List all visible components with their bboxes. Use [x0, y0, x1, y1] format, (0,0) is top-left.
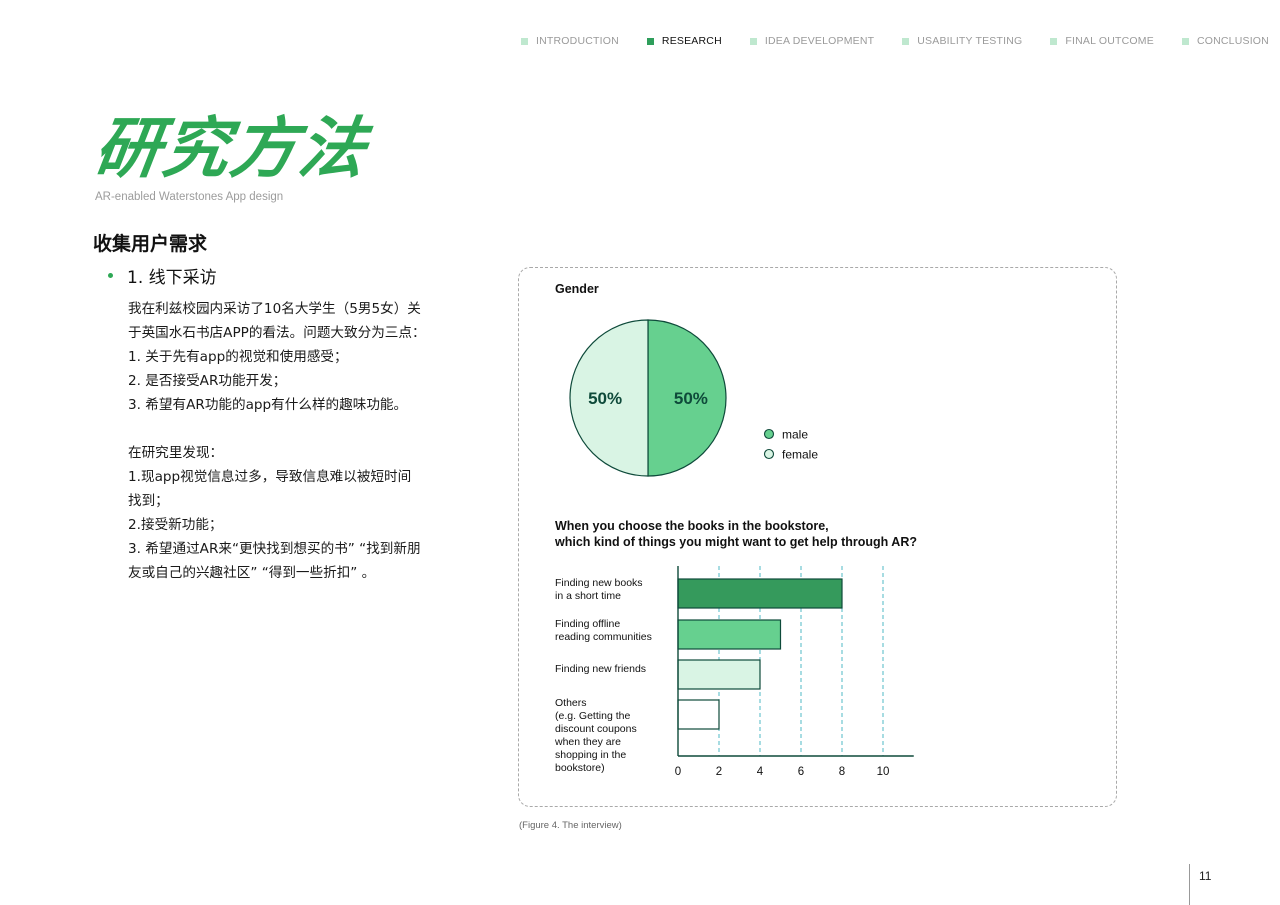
category-label: discount coupons [555, 723, 637, 735]
pie-slice-label: 50% [588, 389, 622, 408]
body-line: 于英国水石书店APP的看法。问题大致分为三点： [128, 325, 426, 341]
legend-marker-female [763, 448, 775, 460]
x-tick-label: 0 [675, 766, 681, 778]
body-line: 找到； [128, 493, 169, 509]
x-tick-label: 6 [798, 766, 804, 778]
x-tick-label: 2 [716, 766, 722, 778]
nav-item-conclusion[interactable]: CONCLUSION [1181, 35, 1269, 47]
bullet-text: 1. 线下采访 [127, 268, 217, 288]
legend-marker-male [763, 428, 775, 440]
chart-box: Gender 50% 50% male female When you choose th… [518, 267, 1117, 807]
bar-2 [677, 659, 761, 690]
nav-square-icon [902, 37, 910, 45]
nav-square-icon [646, 37, 654, 45]
category-label: bookstore) [555, 762, 605, 774]
body-line: 1.现app视觉信息过多，导致信息难以被短时间 [128, 469, 412, 485]
body-line: 我在利兹校园内采访了10名大学生（5男5女）关 [128, 301, 421, 317]
nav-item-label: IDEA DEVELOPMENT [764, 35, 875, 47]
nav-square-icon [1050, 37, 1058, 45]
bullet-dot-icon [108, 273, 113, 278]
category-label: (e.g. Getting the [555, 710, 630, 722]
category-label: when they are [554, 736, 621, 748]
nav-square-icon [521, 37, 528, 45]
category-label: in a short time [555, 590, 621, 602]
x-tick-label: 10 [877, 766, 890, 778]
bullet-item: 1. 线下采访 [108, 263, 217, 288]
page-divider [1189, 864, 1190, 905]
x-tick-label: 4 [757, 766, 764, 778]
nav-square-icon [749, 37, 757, 45]
page-subtitle: AR-enabled Waterstones App design [95, 191, 284, 203]
body-line: 在研究里发现： [128, 445, 224, 461]
body-line: 3. 希望通过AR来“更快找到想买的书” “找到新朋 [128, 541, 421, 557]
nav-item-final-outcome[interactable]: FINAL OUTCOME [1050, 35, 1154, 47]
nav-item-label: FINAL OUTCOME [1065, 35, 1154, 47]
category-label: Finding offline [555, 618, 620, 630]
legend-label-male: male [782, 428, 808, 442]
bar-0 [677, 578, 843, 609]
bar-title-line: which kind of things you might want to g… [554, 535, 917, 549]
category-label: reading communities [555, 631, 652, 643]
category-label: Others [555, 697, 587, 709]
page-number: 11 [1199, 869, 1212, 883]
nav-item-label: INTRODUCTION [536, 35, 619, 47]
nav-item-usability-testing[interactable]: USABILITY TESTING [902, 35, 1022, 47]
category-label: Finding new books [555, 577, 643, 589]
bar-1 [677, 619, 782, 650]
pie-slice-label: 50% [674, 389, 708, 408]
category-label: Finding new friends [555, 663, 646, 675]
section-title: 收集用户需求 [93, 233, 208, 255]
category-label: shopping in the [555, 749, 626, 761]
figure-caption: (Figure 4. The interview) [519, 820, 622, 831]
body-text: 我在利兹校园内采访了10名大学生（5男5女）关 于英国水石书店APP的看法。问题… [128, 297, 448, 585]
nav-item-idea-development[interactable]: IDEA DEVELOPMENT [749, 35, 875, 47]
nav-item-label: RESEARCH [661, 35, 722, 47]
charts-svg: Gender 50% 50% male female When you choose th… [554, 282, 917, 778]
nav-item-label: CONCLUSION [1196, 35, 1269, 47]
body-line: 3. 希望有AR功能的app有什么样的趣味功能。 [128, 397, 408, 413]
nav-item-research[interactable]: RESEARCH [646, 35, 722, 47]
pie-title: Gender [555, 282, 599, 296]
body-line: 1. 关于先有app的视觉和使用感受； [128, 349, 348, 365]
page-title: 研究方法 [89, 110, 373, 187]
bar-title-line: When you choose the books in the booksto… [555, 519, 829, 533]
legend-label-female: female [782, 448, 818, 462]
x-tick-label: 8 [839, 766, 845, 778]
nav-item-label: USABILITY TESTING [917, 35, 1023, 47]
nav-square-icon [1181, 37, 1189, 45]
body-line: 友或自己的兴趣社区” “得到一些折扣” 。 [128, 565, 376, 581]
body-line: 2. 是否接受AR功能开发； [128, 373, 287, 389]
body-line: 2.接受新功能； [128, 517, 223, 533]
nav-item-introduction[interactable]: INTRODUCTION [521, 35, 619, 47]
bar-3 [677, 699, 720, 730]
top-nav: INTRODUCTION RESEARCH IDEA DEVELOPMENT USAB… [521, 35, 1269, 47]
